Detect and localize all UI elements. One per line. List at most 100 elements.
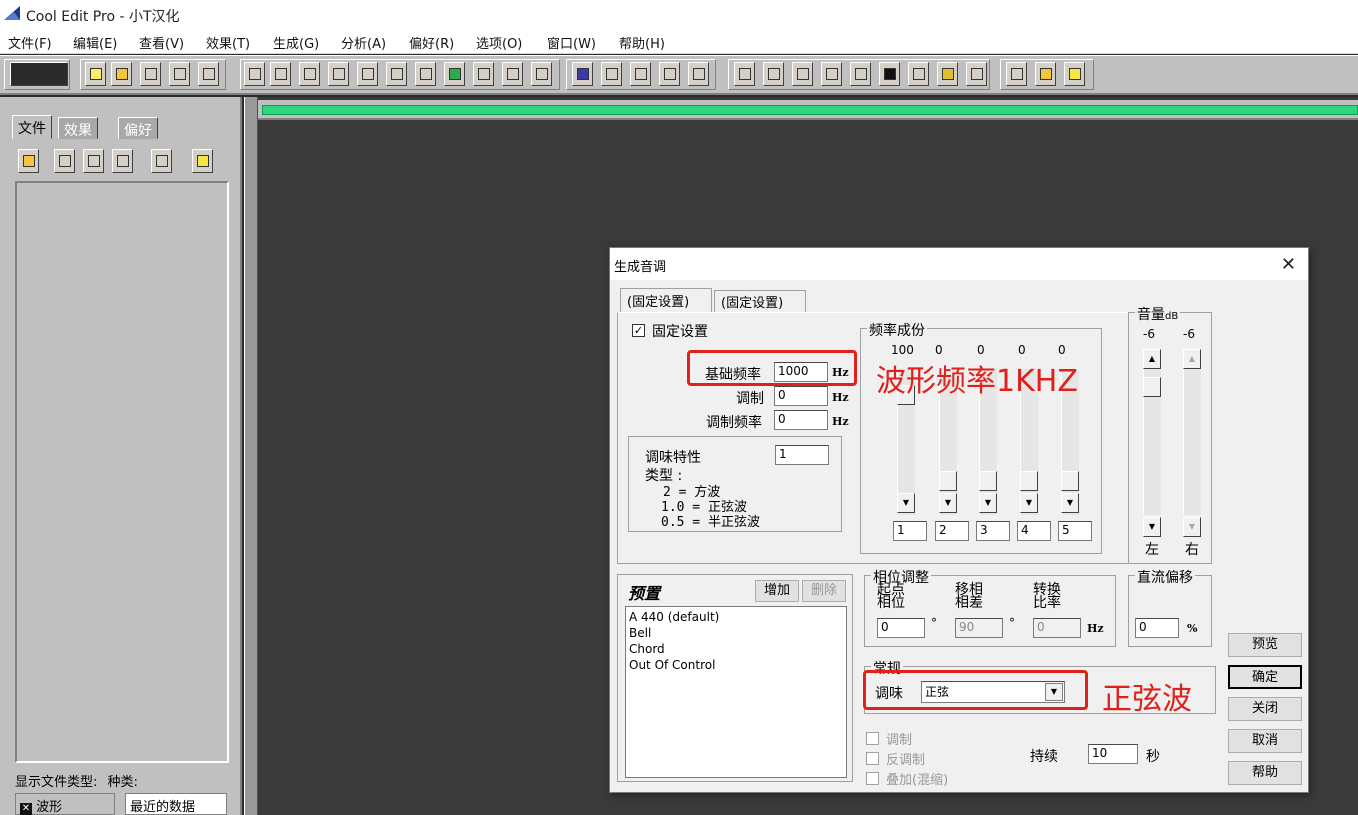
ruler-icon[interactable] xyxy=(688,62,709,86)
overview-strip[interactable] xyxy=(258,100,1358,120)
preset-item[interactable]: A 440 (default) xyxy=(629,609,843,625)
preset-item[interactable]: Out Of Control xyxy=(629,657,843,673)
ok-button[interactable]: 确定 xyxy=(1228,665,1302,689)
tab-fixed-setting-2[interactable]: (固定设置) xyxy=(714,290,806,312)
help-icon[interactable] xyxy=(1064,62,1085,86)
silence-icon[interactable] xyxy=(502,62,523,86)
freq-comp-input-5[interactable]: 5 xyxy=(1058,521,1092,541)
zoom-icon[interactable] xyxy=(850,62,871,86)
cue-list-icon[interactable] xyxy=(966,62,987,86)
menu-preferences[interactable]: 偏好(R) xyxy=(409,33,454,52)
trim-icon[interactable] xyxy=(444,62,465,86)
freq-comp-input-1[interactable]: 1 xyxy=(893,521,927,541)
modulation-input[interactable]: 0 xyxy=(774,386,828,406)
demodulate-checkbox[interactable] xyxy=(866,752,879,765)
menu-generate[interactable]: 生成(G) xyxy=(273,33,319,52)
snap-icon[interactable] xyxy=(630,62,651,86)
preset-delete-button[interactable]: 删除 xyxy=(802,580,846,602)
options-icon[interactable] xyxy=(151,149,172,173)
file-list[interactable] xyxy=(15,181,229,763)
close-icon[interactable]: ✕ xyxy=(1281,254,1296,275)
freq-slider-1-down-icon[interactable]: ▼ xyxy=(897,493,915,513)
freq-slider-4-thumb[interactable] xyxy=(1020,471,1038,491)
preset-item[interactable]: Bell xyxy=(629,625,843,641)
volume-left-down-icon[interactable]: ▼ xyxy=(1143,517,1161,537)
panel-splitter[interactable] xyxy=(244,97,258,815)
help-button[interactable]: 帮助 xyxy=(1228,761,1302,785)
copy-icon[interactable] xyxy=(328,62,349,86)
dc-offset-input[interactable]: 0 xyxy=(1135,618,1179,638)
recent-data-dropdown[interactable]: 最近的数据 xyxy=(125,793,227,815)
save-as-icon[interactable] xyxy=(198,62,219,86)
menu-view[interactable]: 查看(V) xyxy=(139,33,184,52)
crop-icon[interactable] xyxy=(473,62,494,86)
open-file-icon[interactable] xyxy=(18,149,39,173)
freq-slider-2-down-icon[interactable]: ▼ xyxy=(939,493,957,513)
menu-window[interactable]: 窗口(W) xyxy=(547,33,596,52)
time-display-icon[interactable] xyxy=(879,62,900,86)
freq-comp-input-2[interactable]: 2 xyxy=(935,521,969,541)
organizer-window-icon[interactable] xyxy=(734,62,755,86)
repeat-icon[interactable] xyxy=(531,62,552,86)
multitrack-toggle-button[interactable] xyxy=(10,62,68,86)
freq-slider-2-thumb[interactable] xyxy=(939,471,957,491)
insert-multitrack-icon[interactable] xyxy=(112,149,133,173)
panel-help-icon[interactable] xyxy=(192,149,213,173)
menu-help[interactable]: 帮助(H) xyxy=(619,33,665,52)
volume-left-up-icon[interactable]: ▲ xyxy=(1143,349,1161,369)
freq-slider-3-down-icon[interactable]: ▼ xyxy=(979,493,997,513)
new-file-icon[interactable] xyxy=(85,62,106,86)
spectral-view-icon[interactable] xyxy=(572,62,593,86)
phase-shift-input[interactable]: 90 xyxy=(955,618,1003,638)
freq-comp-input-3[interactable]: 3 xyxy=(976,521,1010,541)
insert-icon[interactable] xyxy=(83,149,104,173)
cut-icon[interactable] xyxy=(299,62,320,86)
zoom-window-icon[interactable] xyxy=(792,62,813,86)
volume-left-thumb[interactable] xyxy=(1143,377,1161,397)
undo-icon[interactable] xyxy=(244,62,265,86)
script-icon[interactable] xyxy=(1035,62,1056,86)
close-button[interactable]: 关闭 xyxy=(1228,697,1302,721)
file-type-waveform-toggle[interactable]: ✕ 波形 xyxy=(15,793,115,815)
mod-freq-input[interactable]: 0 xyxy=(774,410,828,430)
tab-favorites[interactable]: 偏好 xyxy=(118,117,158,139)
flavor-input[interactable]: 1 xyxy=(775,445,829,465)
grid-icon[interactable] xyxy=(659,62,680,86)
modulate-checkbox[interactable] xyxy=(866,732,879,745)
save-icon[interactable] xyxy=(140,62,161,86)
open-folder-icon[interactable] xyxy=(111,62,132,86)
menu-file[interactable]: 文件(F) xyxy=(8,33,52,52)
paste-icon[interactable] xyxy=(357,62,378,86)
freq-comp-input-4[interactable]: 4 xyxy=(1017,521,1051,541)
scissors-icon[interactable] xyxy=(386,62,407,86)
fixed-setting-checkbox[interactable]: ✓ xyxy=(632,324,645,337)
menu-analyze[interactable]: 分析(A) xyxy=(341,33,386,52)
color-meter-icon[interactable] xyxy=(937,62,958,86)
cancel-button[interactable]: 取消 xyxy=(1228,729,1302,753)
start-phase-input[interactable]: 0 xyxy=(877,618,925,638)
volume-right-slider[interactable] xyxy=(1183,369,1201,515)
menu-edit[interactable]: 编辑(E) xyxy=(73,33,117,52)
overlay-checkbox[interactable] xyxy=(866,772,879,785)
menu-effects[interactable]: 效果(T) xyxy=(206,33,250,52)
freq-slider-5-down-icon[interactable]: ▼ xyxy=(1061,493,1079,513)
level-meter-icon[interactable] xyxy=(908,62,929,86)
tab-fixed-setting-1[interactable]: (固定设置) xyxy=(620,288,712,312)
tab-effects[interactable]: 效果 xyxy=(58,117,98,139)
settings-icon[interactable] xyxy=(1006,62,1027,86)
preset-list[interactable]: A 440 (default) Bell Chord Out Of Contro… xyxy=(625,606,847,778)
rate-input[interactable]: 0 xyxy=(1033,618,1081,638)
play-icon[interactable] xyxy=(821,62,842,86)
save-all-icon[interactable] xyxy=(169,62,190,86)
preview-button[interactable]: 预览 xyxy=(1228,633,1302,657)
freq-slider-4-down-icon[interactable]: ▼ xyxy=(1020,493,1038,513)
volume-right-up-icon[interactable]: ▲ xyxy=(1183,349,1201,369)
freq-slider-3-thumb[interactable] xyxy=(979,471,997,491)
tab-files[interactable]: 文件 xyxy=(12,115,52,139)
redo-icon[interactable] xyxy=(270,62,291,86)
freq-slider-5-thumb[interactable] xyxy=(1061,471,1079,491)
menu-options[interactable]: 选项(O) xyxy=(476,33,522,52)
close-file-icon[interactable] xyxy=(54,149,75,173)
duration-input[interactable]: 10 xyxy=(1088,744,1138,764)
waveform-view-icon[interactable] xyxy=(601,62,622,86)
